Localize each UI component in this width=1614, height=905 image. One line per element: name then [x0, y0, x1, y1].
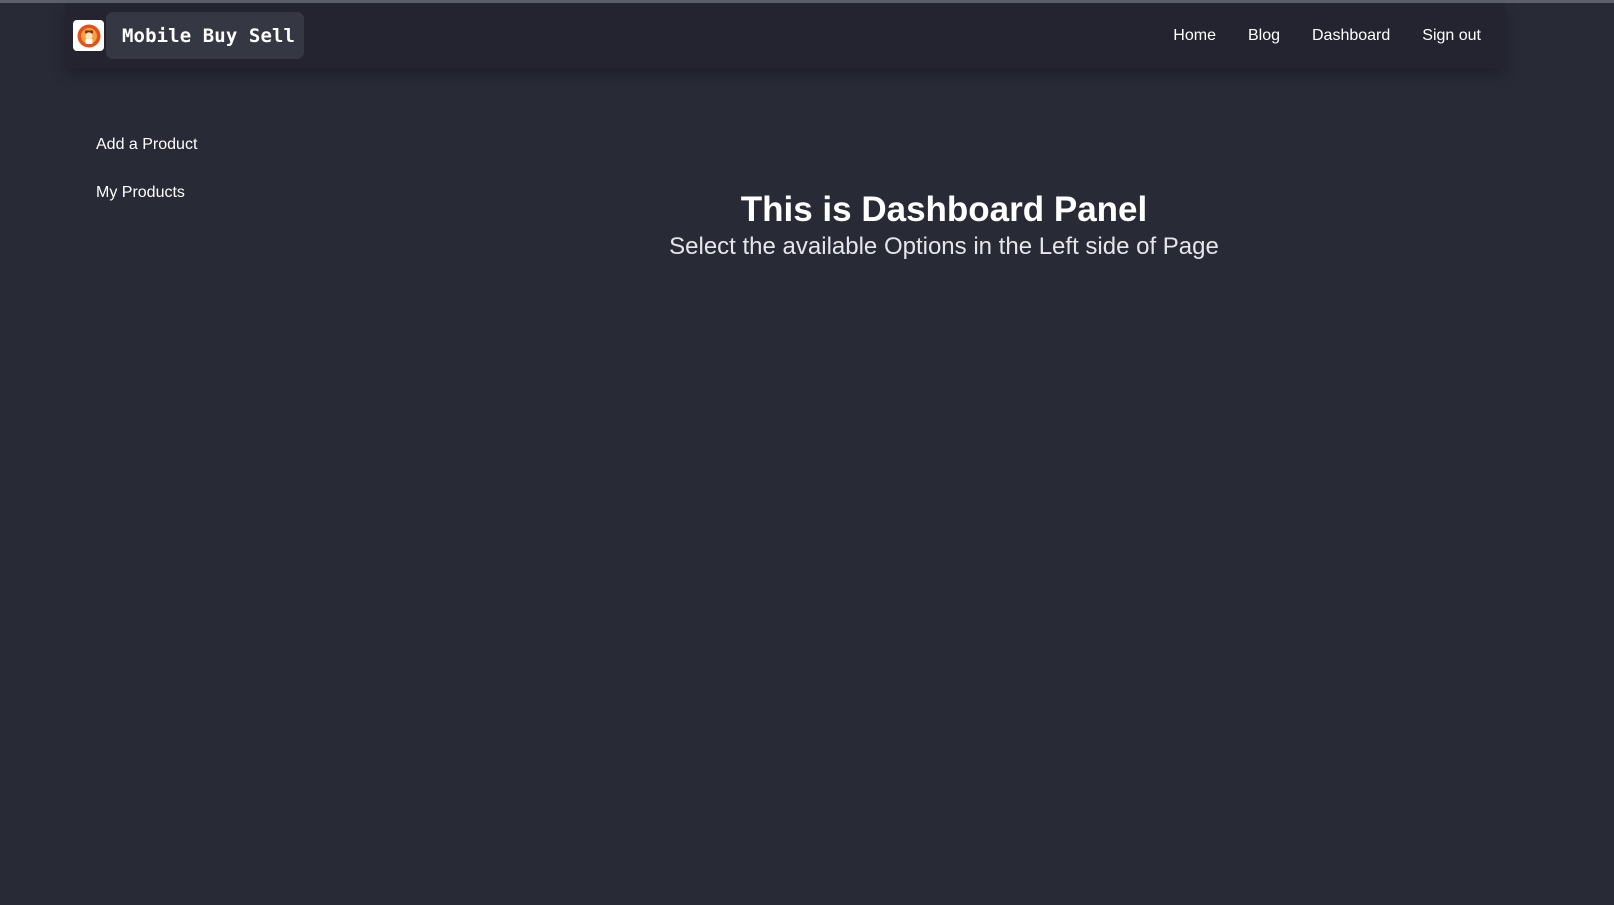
logo[interactable]: [73, 20, 104, 51]
brand-name: Mobile Buy Sell: [122, 24, 296, 47]
nav-link-sign-out[interactable]: Sign out: [1422, 27, 1481, 45]
nav-links: Home Blog Dashboard Sign out: [1141, 4, 1481, 68]
navbar: Mobile Buy Sell Home Blog Dashboard Sign…: [65, 4, 1505, 68]
nav-link-home[interactable]: Home: [1173, 27, 1216, 45]
page-subtitle: Select the available Options in the Left…: [669, 233, 1219, 260]
brand-button[interactable]: Mobile Buy Sell: [106, 12, 304, 59]
sidebar-item-my-products[interactable]: My Products: [96, 184, 197, 204]
page-title: This is Dashboard Panel: [740, 190, 1148, 229]
sidebar: Add a Product My Products: [96, 136, 197, 232]
nav-link-blog[interactable]: Blog: [1248, 27, 1280, 45]
window-top-border: [0, 0, 1614, 3]
nav-link-dashboard[interactable]: Dashboard: [1312, 27, 1390, 45]
main-panel: This is Dashboard Panel Select the avail…: [344, 188, 1544, 262]
sidebar-item-add-product[interactable]: Add a Product: [96, 136, 197, 156]
avatar-logo-icon: [77, 24, 100, 47]
